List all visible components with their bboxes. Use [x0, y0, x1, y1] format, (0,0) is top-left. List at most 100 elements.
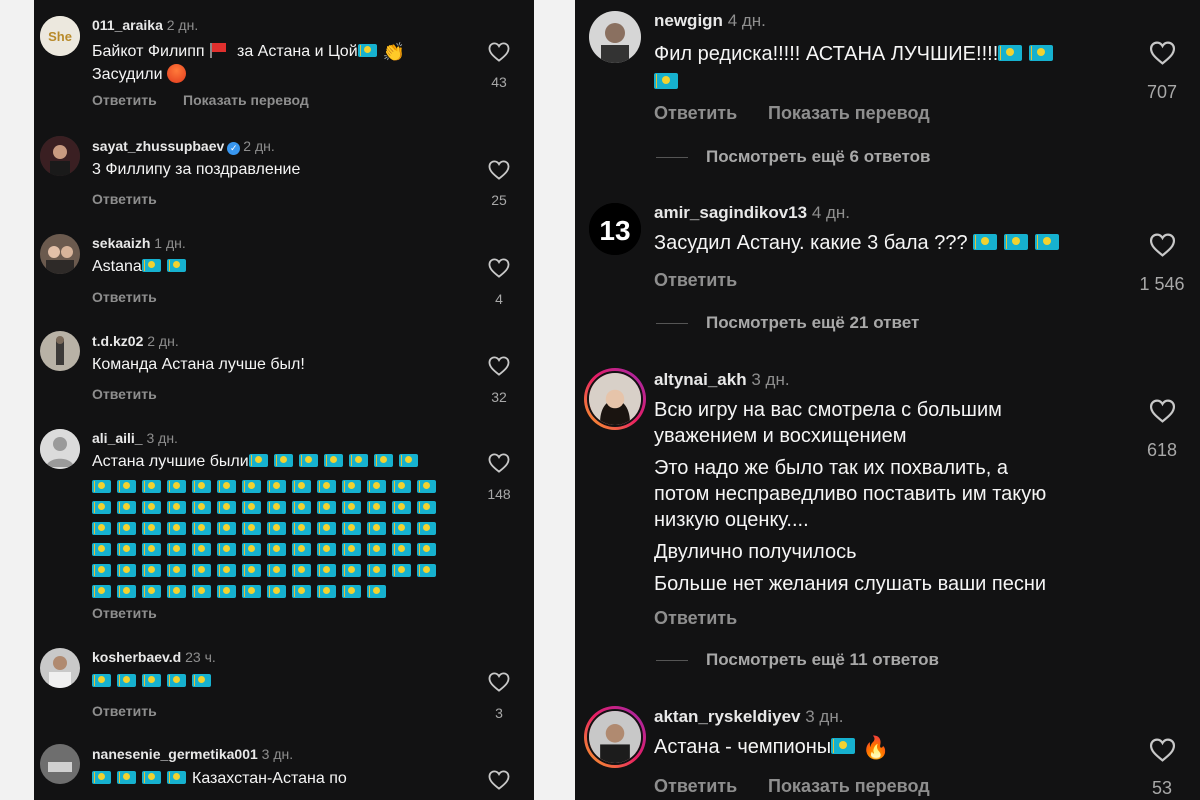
reply-button[interactable]: Ответить — [92, 386, 157, 402]
comment-username[interactable]: 011_araika 2 дн. — [92, 17, 198, 33]
like-count: 707 — [1146, 82, 1178, 102]
comment-username[interactable]: aktan_ryskeldiyev 3 дн. — [654, 707, 843, 727]
comment-text: Astana — [92, 258, 192, 276]
kazakhstan-flag-icon — [417, 501, 436, 514]
kazakhstan-flag-icon — [117, 543, 136, 556]
kazakhstan-flag-icon — [242, 564, 261, 577]
reply-button[interactable]: Ответить — [92, 92, 157, 108]
kazakhstan-flag-icon — [192, 522, 211, 535]
kazakhstan-flag-icon — [831, 738, 856, 754]
kazakhstan-flag-icon — [142, 674, 161, 687]
reply-button[interactable]: Ответить — [654, 103, 737, 124]
clapping-hands-icon: 👏 — [382, 42, 406, 62]
comment-time: 3 дн. — [751, 370, 790, 389]
reply-button[interactable]: Ответить — [92, 289, 157, 305]
kazakhstan-flag-icon — [273, 454, 293, 467]
comment-username[interactable]: newgign 4 дн. — [654, 11, 766, 31]
show-translation-button[interactable]: Показать перевод — [183, 92, 309, 108]
view-more-replies-button[interactable]: Посмотреть ещё 6 ответов — [656, 147, 930, 167]
heart-icon[interactable] — [488, 42, 510, 62]
kazakhstan-flag-icon — [167, 522, 186, 535]
comment-username[interactable]: nanesenie_germetika001 3 дн. — [92, 746, 293, 762]
kazakhstan-flag-icon — [292, 585, 311, 598]
comment-line: Больше нет желания слушать ваши песни — [654, 573, 1047, 595]
avatar[interactable] — [589, 11, 641, 63]
comments-panel-left: She 011_araika 2 дн. Байкот Филипп за Ас… — [34, 0, 534, 800]
heart-icon[interactable] — [1149, 738, 1176, 762]
comment-text: Всю игру на вас смотрела с большим уваже… — [654, 397, 1124, 597]
kazakhstan-flag-icon — [167, 501, 186, 514]
like-count: 3 — [495, 705, 503, 721]
kazakhstan-flag-icon — [117, 480, 136, 493]
kazakhstan-flag-icon — [317, 585, 336, 598]
heart-icon[interactable] — [488, 356, 510, 376]
comment-time: 2 дн. — [166, 17, 199, 33]
comment-line: уважением и восхищением — [654, 425, 907, 447]
heart-icon[interactable] — [1149, 41, 1176, 65]
heart-icon[interactable] — [488, 770, 510, 790]
kazakhstan-flag-icon — [242, 522, 261, 535]
comment-username[interactable]: altynai_akh 3 дн. — [654, 370, 790, 390]
kazakhstan-flag-icon — [292, 522, 311, 535]
kazakhstan-flag-icon — [998, 45, 1023, 61]
kazakhstan-flag-icon — [392, 564, 411, 577]
kazakhstan-flag-icon — [192, 480, 211, 493]
avatar[interactable] — [40, 648, 80, 688]
comment-username[interactable]: sayat_zhussupbaev ✓ 2 дн. — [92, 138, 275, 155]
kazakhstan-flag-icon — [192, 564, 211, 577]
kazakhstan-flag-icon — [248, 454, 268, 467]
show-translation-button[interactable]: Показать перевод — [768, 776, 930, 797]
avatar[interactable] — [40, 744, 80, 784]
kazakhstan-flag-icon — [92, 564, 111, 577]
heart-icon[interactable] — [488, 672, 510, 692]
kazakhstan-flag-icon — [317, 480, 336, 493]
kazakhstan-flag-icon — [367, 543, 386, 556]
avatar[interactable] — [584, 706, 646, 768]
avatar[interactable] — [40, 136, 80, 176]
comment-username[interactable]: kosherbaev.d 23 ч. — [92, 649, 216, 665]
comment-username[interactable]: ali_aili_ 3 дн. — [92, 430, 178, 446]
comment-text: Байкот Филипп за Астана и Цой 👏 Засудили — [92, 42, 406, 83]
kazakhstan-flag-icon — [292, 543, 311, 556]
avatar[interactable]: She — [40, 16, 80, 56]
comment-text: Засудил Астану. какие 3 бала ??? — [654, 232, 1066, 255]
flag-row — [92, 561, 452, 582]
view-more-replies-button[interactable]: Посмотреть ещё 21 ответ — [656, 313, 919, 333]
kazakhstan-flag-icon — [166, 259, 186, 272]
like-count: 43 — [491, 74, 507, 90]
reply-button[interactable]: Ответить — [654, 776, 737, 797]
reply-button[interactable]: Ответить — [654, 270, 737, 291]
kazakhstan-flag-icon — [298, 454, 318, 467]
heart-icon[interactable] — [488, 160, 510, 180]
reply-button[interactable]: Ответить — [92, 191, 157, 207]
heart-icon[interactable] — [488, 453, 510, 473]
reply-button[interactable]: Ответить — [92, 605, 157, 621]
kazakhstan-flag-icon — [92, 771, 111, 784]
avatar[interactable]: 13 — [589, 203, 641, 255]
heart-icon[interactable] — [1149, 233, 1176, 257]
kazakhstan-flag-icon — [192, 585, 211, 598]
kazakhstan-flag-icon — [117, 674, 136, 687]
avatar[interactable] — [40, 331, 80, 371]
kazakhstan-flag-icon — [317, 543, 336, 556]
comment-text: Казахстан-Астана по — [92, 770, 347, 788]
like-count: 1 546 — [1139, 274, 1185, 294]
comment-username[interactable]: t.d.kz02 2 дн. — [92, 333, 179, 349]
view-more-replies-button[interactable]: Посмотреть ещё 11 ответов — [656, 650, 939, 670]
comment-username[interactable]: sekaaizh 1 дн. — [92, 235, 186, 251]
avatar[interactable] — [40, 429, 80, 469]
reply-button[interactable]: Ответить — [654, 608, 737, 629]
kazakhstan-flag-icon — [417, 543, 436, 556]
heart-icon[interactable] — [488, 258, 510, 278]
comment-username[interactable]: amir_sagindikov13 4 дн. — [654, 203, 850, 223]
fire-icon: 🔥 — [862, 735, 890, 760]
kazakhstan-flag-icon — [167, 585, 186, 598]
avatar[interactable] — [584, 368, 646, 430]
show-translation-button[interactable]: Показать перевод — [768, 103, 930, 124]
kazakhstan-flag-icon — [217, 564, 236, 577]
kazakhstan-flag-icon — [392, 501, 411, 514]
heart-icon[interactable] — [1149, 399, 1176, 423]
avatar[interactable] — [40, 234, 80, 274]
reply-button[interactable]: Ответить — [92, 703, 157, 719]
kazakhstan-flag-icon — [117, 771, 136, 784]
